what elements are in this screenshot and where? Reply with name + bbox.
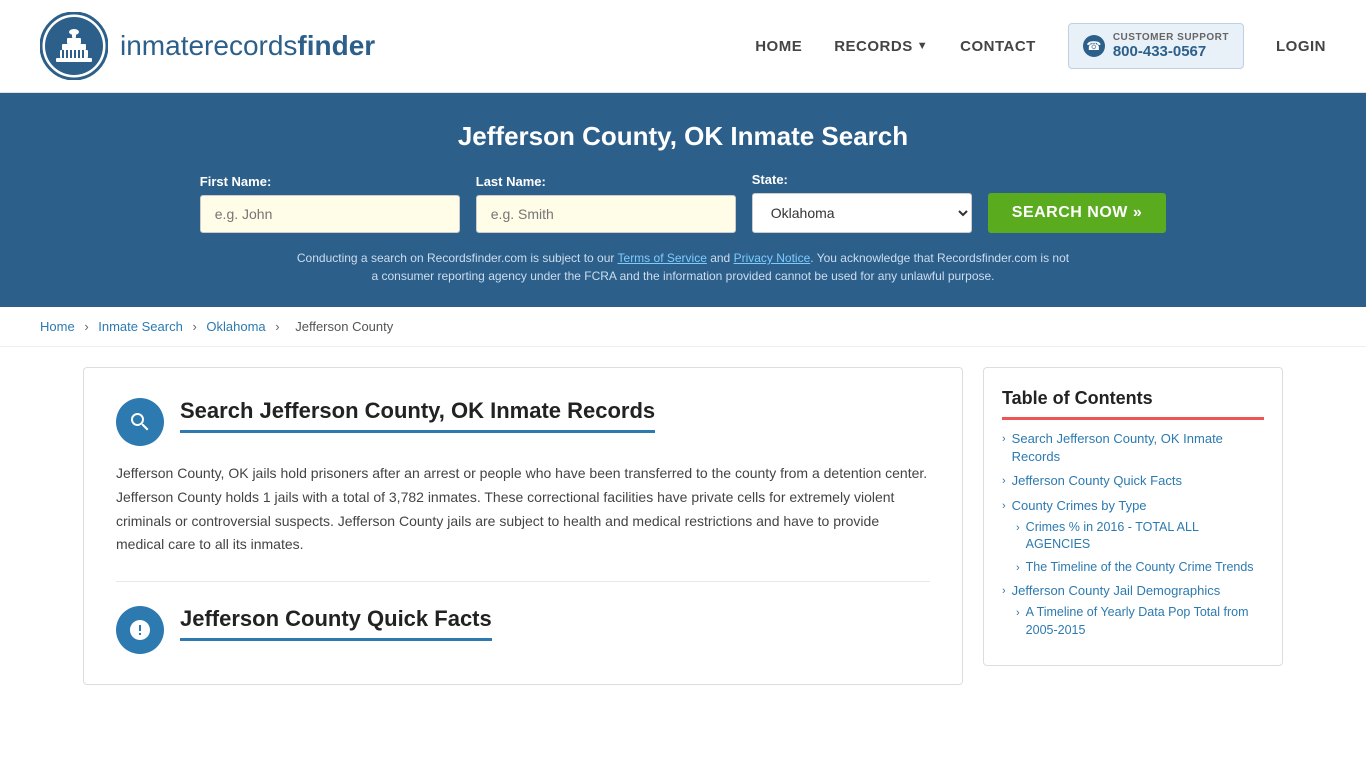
chevron-sub-icon-3-1: ›	[1016, 521, 1020, 536]
customer-support: ☎ CUSTOMER SUPPORT 800-433-0567	[1068, 23, 1244, 69]
breadcrumb-sep3: ›	[275, 319, 283, 334]
section2-header: Jefferson County Quick Facts	[116, 606, 930, 654]
nav-contact[interactable]: CONTACT	[960, 38, 1036, 55]
breadcrumb-sep1: ›	[84, 319, 92, 334]
search-now-button[interactable]: SEARCH NOW »	[988, 193, 1166, 233]
section1-title: Search Jefferson County, OK Inmate Recor…	[180, 398, 655, 433]
section2-title: Jefferson County Quick Facts	[180, 606, 492, 641]
sidebar-toc: Table of Contents › Search Jefferson Cou…	[983, 367, 1283, 666]
terms-link[interactable]: Terms of Service	[618, 251, 707, 265]
site-header: inmaterecordsfinder HOME RECORDS ▼ CONTA…	[0, 0, 1366, 93]
toc-sub-item-4-1: › A Timeline of Yearly Data Pop Total fr…	[1016, 604, 1264, 639]
search-section-icon	[116, 398, 164, 446]
privacy-link[interactable]: Privacy Notice	[734, 251, 811, 265]
toc-item-3: › County Crimes by Type › Crimes % in 20…	[1002, 497, 1264, 577]
breadcrumb-inmate-search[interactable]: Inmate Search	[98, 319, 183, 334]
logo-icon	[40, 12, 108, 80]
toc-sub-link-4-1[interactable]: › A Timeline of Yearly Data Pop Total fr…	[1016, 604, 1264, 639]
first-name-label: First Name:	[200, 174, 272, 189]
section1-header: Search Jefferson County, OK Inmate Recor…	[116, 398, 930, 446]
breadcrumb-home[interactable]: Home	[40, 319, 75, 334]
toc-link-2[interactable]: › Jefferson County Quick Facts	[1002, 472, 1264, 490]
toc-link-4[interactable]: › Jefferson County Jail Demographics	[1002, 582, 1264, 600]
toc-list: › Search Jefferson County, OK Inmate Rec…	[1002, 430, 1264, 639]
breadcrumb-state[interactable]: Oklahoma	[206, 319, 265, 334]
last-name-label: Last Name:	[476, 174, 546, 189]
breadcrumb: Home › Inmate Search › Oklahoma › Jeffer…	[0, 307, 1366, 347]
logo-text: inmaterecordsfinder	[120, 30, 375, 62]
nav-records[interactable]: RECORDS ▼	[834, 38, 928, 55]
section-divider	[116, 581, 930, 582]
last-name-group: Last Name:	[476, 174, 736, 233]
nav-login[interactable]: LOGIN	[1276, 38, 1326, 55]
breadcrumb-sep2: ›	[192, 319, 200, 334]
magnify-icon	[128, 410, 152, 434]
search-form: First Name: Last Name: State: Oklahoma S…	[40, 172, 1326, 233]
support-label: CUSTOMER SUPPORT	[1113, 32, 1229, 43]
state-group: State: Oklahoma	[752, 172, 972, 233]
toc-item-4: › Jefferson County Jail Demographics › A…	[1002, 582, 1264, 639]
content-area: Search Jefferson County, OK Inmate Recor…	[83, 367, 963, 685]
logo-area: inmaterecordsfinder	[40, 12, 375, 80]
search-banner: Jefferson County, OK Inmate Search First…	[0, 93, 1366, 307]
chevron-sub-icon-4-1: ›	[1016, 606, 1020, 621]
headphone-icon: ☎	[1083, 35, 1105, 57]
toc-item-2: › Jefferson County Quick Facts	[1002, 472, 1264, 490]
toc-sub-item-3-2: › The Timeline of the County Crime Trend…	[1016, 559, 1264, 577]
toc-sub-3: › Crimes % in 2016 - TOTAL ALL AGENCIES …	[1016, 519, 1264, 577]
alert-icon	[128, 618, 152, 642]
support-number: 800-433-0567	[1113, 43, 1229, 60]
state-label: State:	[752, 172, 788, 187]
breadcrumb-county: Jefferson County	[295, 319, 393, 334]
last-name-input[interactable]	[476, 195, 736, 233]
toc-sub-link-3-2[interactable]: › The Timeline of the County Crime Trend…	[1016, 559, 1264, 577]
first-name-input[interactable]	[200, 195, 460, 233]
toc-link-1[interactable]: › Search Jefferson County, OK Inmate Rec…	[1002, 430, 1264, 466]
first-name-group: First Name:	[200, 174, 460, 233]
toc-sub-link-3-1[interactable]: › Crimes % in 2016 - TOTAL ALL AGENCIES	[1016, 519, 1264, 554]
toc-title: Table of Contents	[1002, 388, 1264, 420]
chevron-sub-icon-3-2: ›	[1016, 561, 1020, 576]
state-select[interactable]: Oklahoma	[752, 193, 972, 233]
main-content: Search Jefferson County, OK Inmate Recor…	[43, 367, 1323, 685]
banner-title: Jefferson County, OK Inmate Search	[40, 121, 1326, 152]
facts-section-icon	[116, 606, 164, 654]
toc-link-3[interactable]: › County Crimes by Type	[1002, 497, 1264, 515]
toc-item-1: › Search Jefferson County, OK Inmate Rec…	[1002, 430, 1264, 466]
section1-body: Jefferson County, OK jails hold prisoner…	[116, 462, 930, 557]
chevron-icon-2: ›	[1002, 474, 1006, 489]
toc-sub-4: › A Timeline of Yearly Data Pop Total fr…	[1016, 604, 1264, 639]
banner-disclaimer: Conducting a search on Recordsfinder.com…	[293, 249, 1073, 285]
chevron-icon-1: ›	[1002, 432, 1006, 447]
chevron-icon-4: ›	[1002, 584, 1006, 599]
chevron-icon-3: ›	[1002, 499, 1006, 514]
main-nav: HOME RECORDS ▼ CONTACT ☎ CUSTOMER SUPPOR…	[755, 23, 1326, 69]
toc-sub-item-3-1: › Crimes % in 2016 - TOTAL ALL AGENCIES	[1016, 519, 1264, 554]
nav-home[interactable]: HOME	[755, 38, 802, 55]
